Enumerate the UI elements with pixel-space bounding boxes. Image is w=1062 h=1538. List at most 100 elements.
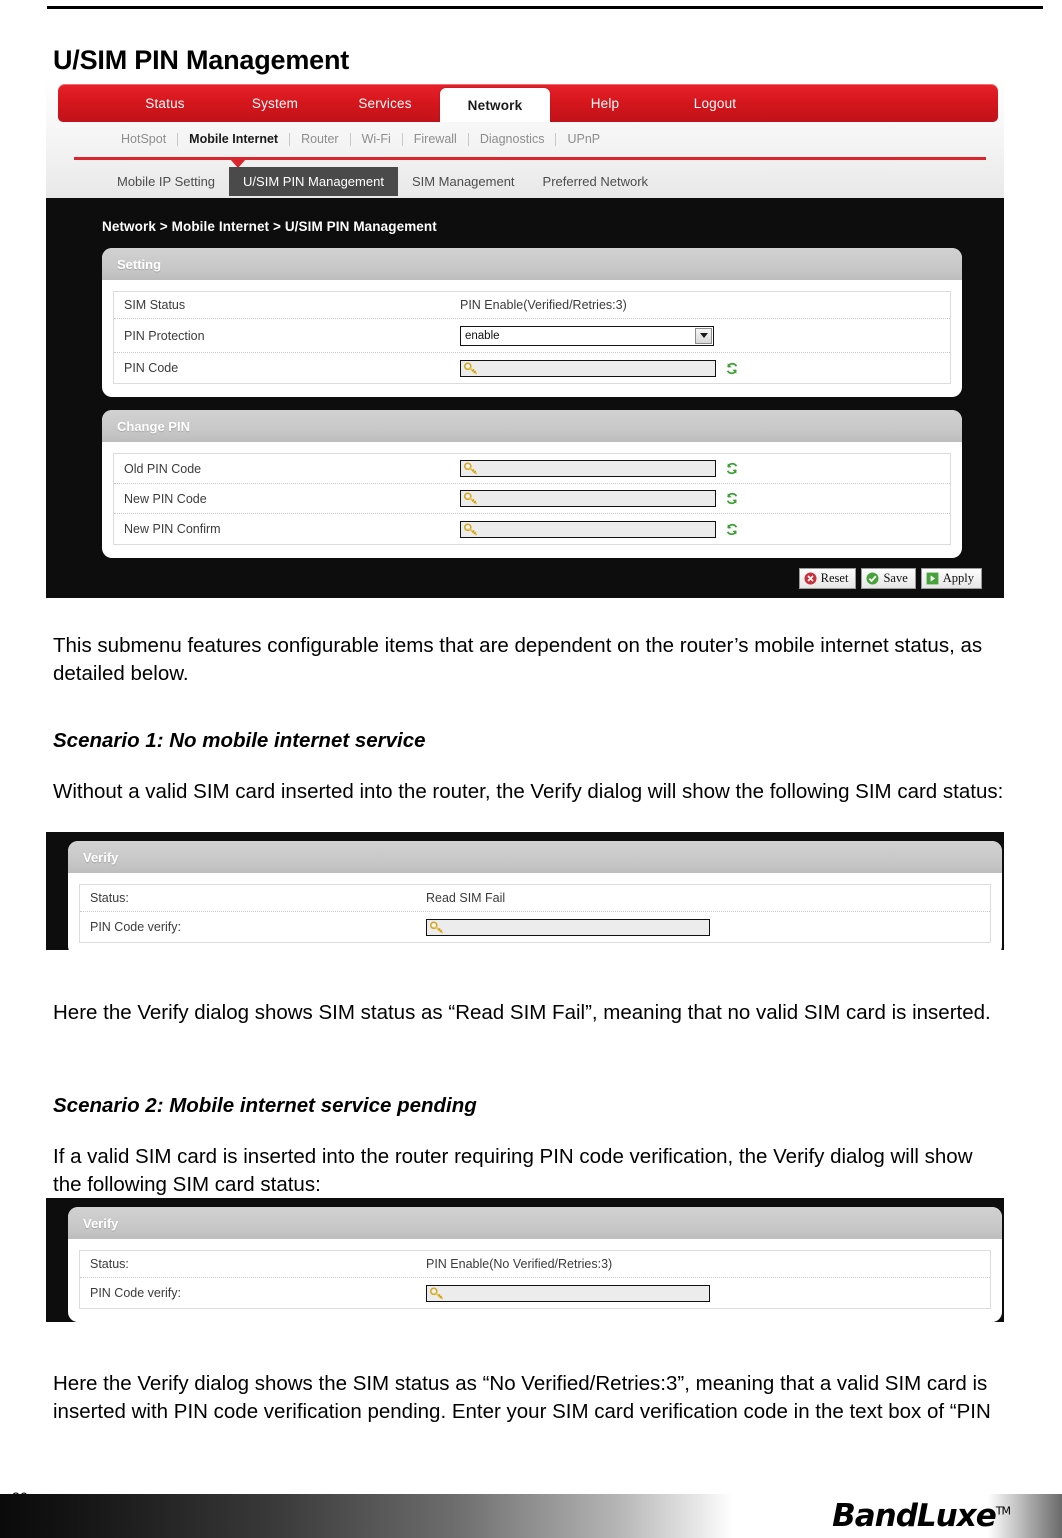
refresh-icon[interactable] bbox=[725, 361, 739, 376]
refresh-icon[interactable] bbox=[725, 522, 739, 537]
setting-panel-title: Setting bbox=[102, 248, 962, 280]
new-pin-confirm-label: New PIN Confirm bbox=[124, 522, 221, 536]
subtab-firewall[interactable]: Firewall bbox=[403, 132, 468, 146]
key-icon bbox=[464, 361, 478, 374]
row-verify-status-2: Status: PIN Enable(No Verified/Retries:3… bbox=[80, 1251, 990, 1278]
verify-status-value-1: Read SIM Fail bbox=[426, 891, 506, 905]
scenario-1-caption: Here the Verify dialog shows SIM status … bbox=[53, 1000, 991, 1024]
nav-underline bbox=[74, 157, 986, 160]
save-icon bbox=[866, 572, 879, 585]
reset-icon bbox=[804, 572, 817, 585]
key-icon bbox=[464, 492, 478, 505]
setting-panel: Setting SIM Status PIN Enable(Verified/R… bbox=[102, 248, 962, 397]
subtab-wifi[interactable]: Wi-Fi bbox=[351, 132, 402, 146]
tab-status[interactable]: Status bbox=[110, 84, 220, 122]
action-button-group: Reset Save Apply bbox=[798, 568, 982, 589]
tab-help[interactable]: Help bbox=[550, 84, 660, 122]
tab-help-label: Help bbox=[590, 95, 620, 111]
brand-logo: BandLuxeTM bbox=[832, 1498, 1011, 1534]
main-tab-list: Status System Services Network Help Logo… bbox=[58, 84, 770, 122]
pin-code-label: PIN Code bbox=[124, 361, 179, 375]
reset-button[interactable]: Reset bbox=[798, 568, 857, 589]
row-old-pin-code: Old PIN Code bbox=[114, 454, 950, 484]
scenario-1-paragraph: Without a valid SIM card inserted into t… bbox=[53, 779, 1004, 803]
row-verify-status-1: Status: Read SIM Fail bbox=[80, 885, 990, 912]
verify-pin-label-1: PIN Code verify: bbox=[90, 920, 182, 934]
scenario-2-paragraph: If a valid SIM card is inserted into the… bbox=[53, 1144, 973, 1196]
subtab-hotspot[interactable]: HotSpot bbox=[110, 132, 177, 146]
verify-pin-input-1[interactable] bbox=[426, 918, 710, 936]
setting-panel-body: SIM Status PIN Enable(Verified/Retries:3… bbox=[102, 280, 962, 397]
scenario-1-heading: Scenario 1: No mobile internet service bbox=[53, 729, 426, 752]
subtab-mobile-internet[interactable]: Mobile Internet bbox=[178, 132, 289, 146]
verify-pin-label-2: PIN Code verify: bbox=[90, 1286, 182, 1300]
apply-button-label: Apply bbox=[942, 571, 974, 585]
tab-status-label: Status bbox=[145, 95, 185, 111]
verify-panel-1: Verify Status: Read SIM Fail PIN Code ve… bbox=[68, 841, 1002, 956]
router-ui-chrome: Status System Services Network Help Logo… bbox=[46, 78, 1004, 198]
pin-protection-label: PIN Protection bbox=[124, 328, 205, 343]
router-ui-screenshot: Status System Services Network Help Logo… bbox=[46, 78, 1004, 598]
new-pin-code-input[interactable] bbox=[460, 490, 716, 507]
sim-status-value: PIN Enable(Verified/Retries:3) bbox=[460, 298, 627, 312]
pin-protection-select[interactable]: enable bbox=[460, 325, 714, 346]
row-verify-pin-1: PIN Code verify: bbox=[80, 912, 990, 942]
new-pin-confirm-input[interactable] bbox=[460, 520, 716, 538]
save-button[interactable]: Save bbox=[861, 568, 916, 589]
apply-button[interactable]: Apply bbox=[920, 568, 982, 589]
sim-status-label: SIM Status bbox=[124, 298, 186, 312]
row-pin-code: PIN Code bbox=[114, 353, 950, 383]
row-verify-pin-2: PIN Code verify: bbox=[80, 1278, 990, 1308]
scenario-2-heading: Scenario 2: Mobile internet service pend… bbox=[53, 1094, 477, 1117]
verify-dialog-2-screenshot: Verify Status: PIN Enable(No Verified/Re… bbox=[46, 1198, 1004, 1322]
subtab-router[interactable]: Router bbox=[290, 132, 350, 146]
change-pin-panel-body: Old PIN Code New PIN Code New PIN Confir… bbox=[102, 442, 962, 558]
scenario-2-caption: Here the Verify dialog shows the SIM sta… bbox=[53, 1371, 991, 1423]
tab-logout[interactable]: Logout bbox=[660, 84, 770, 122]
old-pin-code-input[interactable] bbox=[460, 460, 716, 477]
tab-network[interactable]: Network bbox=[440, 88, 550, 122]
row-new-pin-confirm: New PIN Confirm bbox=[114, 514, 950, 544]
document-page: U/SIM PIN Management Status System Servi… bbox=[0, 0, 1062, 1538]
thirdtab-preferred-network[interactable]: Preferred Network bbox=[529, 168, 662, 195]
row-pin-protection: PIN Protection enable bbox=[114, 319, 950, 353]
page-title: U/SIM PIN Management bbox=[53, 45, 350, 76]
verify-panel-1-body: Status: Read SIM Fail PIN Code verify: bbox=[68, 873, 1002, 956]
row-sim-status: SIM Status PIN Enable(Verified/Retries:3… bbox=[114, 292, 950, 319]
pin-protection-selected-value: enable bbox=[465, 329, 500, 342]
header-rule bbox=[47, 6, 1043, 9]
setting-fieldset: SIM Status PIN Enable(Verified/Retries:3… bbox=[113, 291, 951, 384]
breadcrumb: Network > Mobile Internet > U/SIM PIN Ma… bbox=[102, 219, 437, 234]
thirdtab-usim-pin-management[interactable]: U/SIM PIN Management bbox=[229, 166, 398, 196]
subtab-upnp[interactable]: UPnP bbox=[556, 132, 611, 146]
subtab-diagnostics[interactable]: Diagnostics bbox=[469, 132, 556, 146]
verify-status-label-2: Status: bbox=[90, 1257, 129, 1271]
thirdtab-mobile-ip-setting[interactable]: Mobile IP Setting bbox=[103, 168, 229, 195]
tab-services-label: Services bbox=[358, 95, 412, 111]
pin-code-input[interactable] bbox=[460, 359, 716, 377]
chevron-down-icon[interactable] bbox=[695, 327, 712, 344]
refresh-icon[interactable] bbox=[725, 491, 739, 506]
verify-status-value-2: PIN Enable(No Verified/Retries:3) bbox=[426, 1257, 613, 1271]
tab-system[interactable]: System bbox=[220, 84, 330, 122]
old-pin-code-label: Old PIN Code bbox=[124, 461, 202, 476]
verify-2-fieldset: Status: PIN Enable(No Verified/Retries:3… bbox=[79, 1250, 991, 1309]
intro-paragraph: This submenu features configurable items… bbox=[53, 633, 983, 685]
third-tab-list: Mobile IP Setting U/SIM PIN Management S… bbox=[58, 166, 998, 196]
verify-panel-1-title: Verify bbox=[68, 841, 1002, 873]
key-icon bbox=[464, 522, 478, 535]
change-pin-panel: Change PIN Old PIN Code New PIN Code New… bbox=[102, 410, 962, 558]
save-button-label: Save bbox=[883, 571, 908, 585]
apply-icon bbox=[926, 572, 939, 585]
brand-logo-text: BandLuxe bbox=[832, 1498, 997, 1534]
tab-services[interactable]: Services bbox=[330, 84, 440, 122]
verify-pin-input-2[interactable] bbox=[426, 1284, 710, 1302]
thirdtab-sim-management[interactable]: SIM Management bbox=[398, 168, 529, 195]
verify-status-label-1: Status: bbox=[90, 891, 129, 905]
trademark-symbol: TM bbox=[995, 1504, 1011, 1518]
key-icon bbox=[430, 1286, 444, 1299]
key-icon bbox=[464, 462, 478, 475]
change-pin-panel-title: Change PIN bbox=[102, 410, 962, 442]
refresh-icon[interactable] bbox=[725, 461, 739, 476]
sub-tab-list: HotSpot Mobile Internet Router Wi-Fi Fir… bbox=[58, 126, 998, 152]
